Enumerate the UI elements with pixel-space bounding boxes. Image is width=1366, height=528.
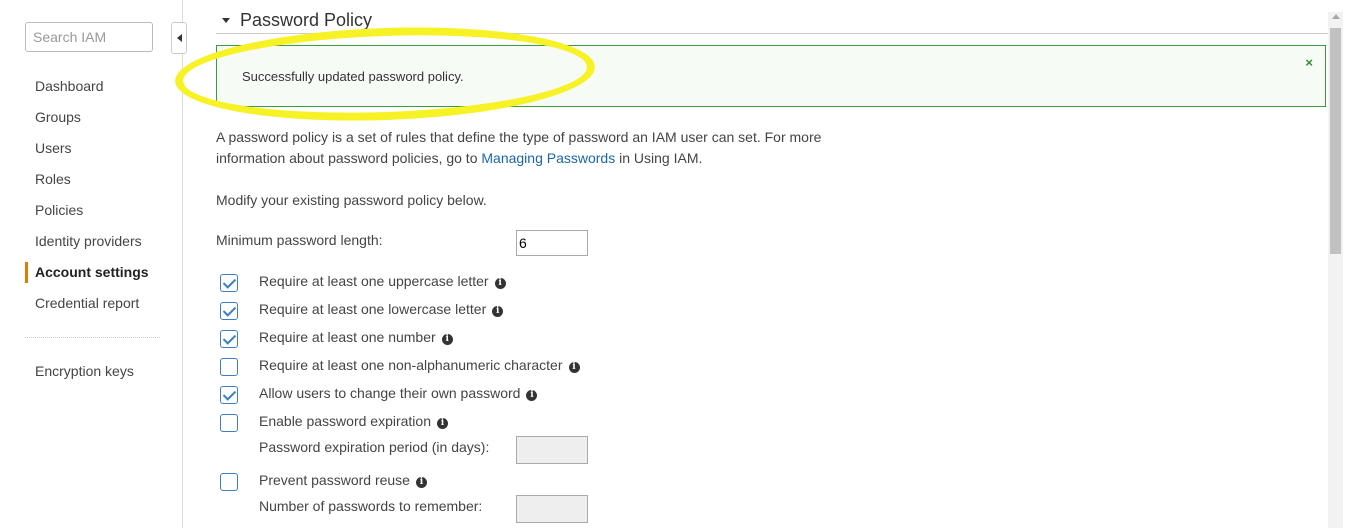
info-icon[interactable]: i [437, 418, 448, 429]
scroll-up-icon[interactable] [1332, 14, 1340, 19]
info-icon[interactable]: i [568, 362, 580, 373]
uppercase-checkbox[interactable] [220, 274, 238, 292]
info-icon[interactable]: i [492, 306, 504, 317]
managing-passwords-link[interactable]: Managing Passwords [481, 150, 615, 166]
option-label: Require at least one lowercase letter [259, 301, 487, 317]
policy-description: A password policy is a set of rules that… [216, 127, 836, 169]
modify-instructions: Modify your existing password policy bel… [216, 192, 487, 208]
info-icon[interactable]: i [526, 390, 538, 401]
info-icon[interactable]: i [415, 477, 427, 488]
remember-input[interactable] [516, 495, 588, 523]
change-password-checkbox[interactable] [220, 386, 238, 404]
main-content: Password Policy Successfully updated pas… [183, 0, 1328, 528]
close-icon[interactable]: × [1305, 55, 1313, 70]
sidebar-item-groups[interactable]: Groups [25, 102, 165, 133]
sidebar-item-dashboard[interactable]: Dashboard [25, 71, 165, 102]
expand-caret-icon[interactable] [222, 18, 230, 23]
option-label: Prevent password reuse [259, 472, 410, 488]
expiration-period-label: Password expiration period (in days): [259, 439, 490, 455]
min-length-label: Minimum password length: [216, 232, 383, 248]
sidebar-item-account-settings[interactable]: Account settings [25, 257, 165, 288]
search-input[interactable] [25, 22, 153, 52]
sidebar-item-users[interactable]: Users [25, 133, 165, 164]
page-title[interactable]: Password Policy [240, 10, 372, 31]
option-label: Require at least one uppercase letter [259, 273, 489, 289]
option-label: Enable password expiration [259, 413, 431, 429]
sidebar-item-encryption-keys[interactable]: Encryption keys [35, 356, 134, 386]
info-icon[interactable]: i [441, 334, 453, 345]
info-icon[interactable]: i [494, 278, 506, 289]
success-alert: Successfully updated password policy. × [216, 45, 1326, 107]
expiration-checkbox[interactable] [220, 414, 238, 432]
sidebar-item-identity-providers[interactable]: Identity providers [25, 226, 165, 257]
lowercase-checkbox[interactable] [220, 302, 238, 320]
sidebar-divider [25, 337, 160, 338]
expiration-period-input[interactable] [516, 436, 588, 464]
scrollbar-thumb[interactable] [1330, 28, 1341, 254]
option-label: Allow users to change their own password [259, 385, 521, 401]
collapse-arrow-icon [177, 34, 182, 42]
option-label: Require at least one number [259, 329, 436, 345]
number-checkbox[interactable] [220, 330, 238, 348]
prevent-reuse-checkbox[interactable] [220, 473, 238, 491]
sidebar: Dashboard Groups Users Roles Policies Id… [0, 0, 183, 528]
remember-label: Number of passwords to remember: [259, 498, 483, 514]
sidebar-nav: Dashboard Groups Users Roles Policies Id… [25, 71, 165, 319]
min-length-input[interactable] [516, 230, 588, 256]
title-divider [216, 33, 1328, 34]
sidebar-item-credential-report[interactable]: Credential report [25, 288, 165, 319]
description-suffix: in Using IAM. [615, 150, 703, 166]
option-label: Require at least one non-alphanumeric ch… [259, 357, 563, 373]
alert-message: Successfully updated password policy. [242, 69, 464, 84]
sidebar-item-policies[interactable]: Policies [25, 195, 165, 226]
sidebar-item-roles[interactable]: Roles [25, 164, 165, 195]
non-alphanumeric-checkbox[interactable] [220, 358, 238, 376]
